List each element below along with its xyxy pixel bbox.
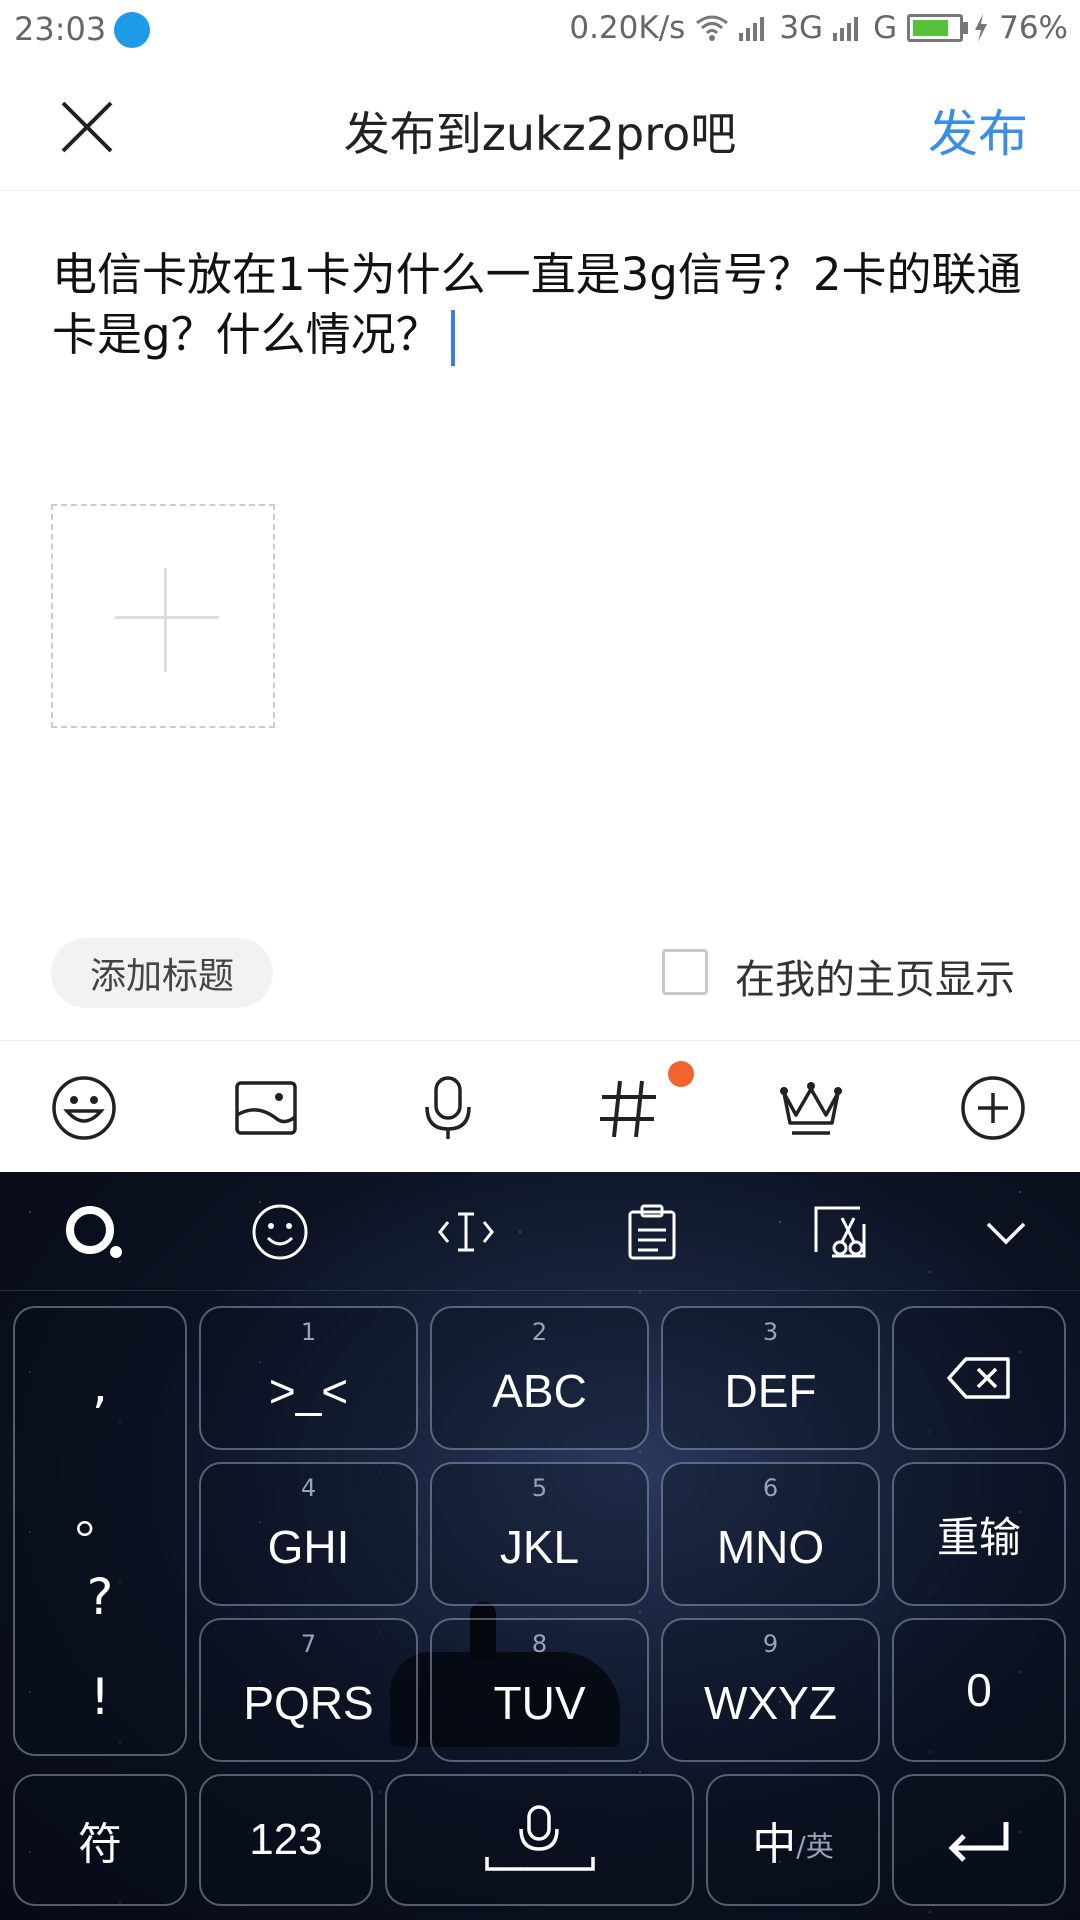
space-voice-key[interactable] — [385, 1774, 694, 1906]
battery-icon — [907, 14, 969, 42]
key-5[interactable]: 5 JKL — [430, 1462, 649, 1606]
enter-icon — [948, 1822, 1009, 1862]
charging-icon — [975, 14, 988, 42]
edit-icon[interactable] — [810, 1202, 870, 1262]
keyboard-toolbar — [0, 1172, 1080, 1291]
key-3[interactable]: 3 DEF — [661, 1306, 880, 1450]
key-1[interactable]: 1 >_< — [199, 1306, 418, 1450]
post-text-area[interactable]: 电信卡放在1卡为什么一直是3g信号？2卡的联通卡是g？什么情况？ — [52, 245, 1037, 366]
numbers-key[interactable]: 123 — [199, 1774, 373, 1906]
symbol-key[interactable]: 符 — [13, 1774, 187, 1906]
compose-toolbar — [0, 1040, 1080, 1173]
language-key[interactable]: 中 /英 — [706, 1774, 880, 1906]
header: 发布到zukz2pro吧 发布 — [0, 60, 1080, 191]
add-title-button[interactable]: 添加标题 — [51, 938, 273, 1008]
notification-dot — [668, 1061, 694, 1087]
clipboard-icon[interactable] — [622, 1202, 682, 1262]
microphone-icon[interactable] — [415, 1075, 481, 1141]
punct-period[interactable]: 。 — [15, 1476, 185, 1548]
signal-2-type: G — [873, 10, 898, 46]
show-on-homepage-checkbox[interactable] — [662, 949, 708, 995]
network-speed: 0.20K/s — [569, 10, 686, 46]
crown-icon[interactable] — [778, 1075, 844, 1141]
emoji-icon[interactable] — [51, 1075, 117, 1141]
hashtag-icon[interactable] — [596, 1075, 662, 1141]
key-7[interactable]: 7 PQRS — [199, 1618, 418, 1762]
punct-comma[interactable]: , — [15, 1356, 185, 1414]
page-title: 发布到zukz2pro吧 — [343, 107, 737, 161]
add-image-button[interactable] — [51, 504, 275, 728]
status-bar: 23:03 0.20K/s 3G G 76% — [0, 0, 1080, 60]
cursor-icon[interactable] — [436, 1202, 496, 1262]
keyboard: , 。 ? ! 1 >_< 2 ABC 3 DEF 4 GHI 5 JKL 6 … — [0, 1172, 1080, 1920]
status-time: 23:03 — [14, 10, 107, 48]
logo-icon[interactable] — [64, 1202, 124, 1262]
signal-icon — [833, 17, 859, 41]
text-caret — [450, 310, 455, 366]
collapse-icon[interactable] — [976, 1202, 1036, 1262]
battery-percent: 76% — [999, 10, 1068, 46]
key-9[interactable]: 9 WXYZ — [661, 1618, 880, 1762]
image-icon[interactable] — [233, 1075, 299, 1141]
plus-circle-icon[interactable] — [960, 1075, 1026, 1141]
publish-button[interactable]: 发布 — [928, 94, 1028, 166]
post-text: 电信卡放在1卡为什么一直是3g信号？2卡的联通卡是g？什么情况？ — [52, 248, 1022, 361]
backspace-icon — [947, 1357, 1010, 1399]
signal-1-type: 3G — [779, 10, 824, 46]
wifi-icon — [696, 15, 729, 41]
key-8[interactable]: 8 TUV — [430, 1618, 649, 1762]
reenter-key[interactable]: 重输 — [892, 1462, 1066, 1606]
key-6[interactable]: 6 MNO — [661, 1462, 880, 1606]
keyboard-notification-icon — [114, 12, 150, 48]
punct-question[interactable]: ? — [15, 1568, 185, 1626]
punctuation-column[interactable]: , 。 ? ! — [13, 1306, 187, 1756]
key-0[interactable]: 0 — [892, 1618, 1066, 1762]
backspace-key[interactable] — [892, 1306, 1066, 1450]
key-2[interactable]: 2 ABC — [430, 1306, 649, 1450]
enter-key[interactable] — [892, 1774, 1066, 1906]
status-right: 0.20K/s 3G G 76% — [569, 10, 1068, 46]
punct-exclamation[interactable]: ! — [15, 1668, 185, 1726]
microphone-icon — [484, 1805, 595, 1871]
emoji-icon[interactable] — [250, 1202, 310, 1262]
signal-icon — [739, 17, 765, 41]
show-on-homepage-label: 在我的主页显示 — [735, 957, 1015, 1003]
key-4[interactable]: 4 GHI — [199, 1462, 418, 1606]
